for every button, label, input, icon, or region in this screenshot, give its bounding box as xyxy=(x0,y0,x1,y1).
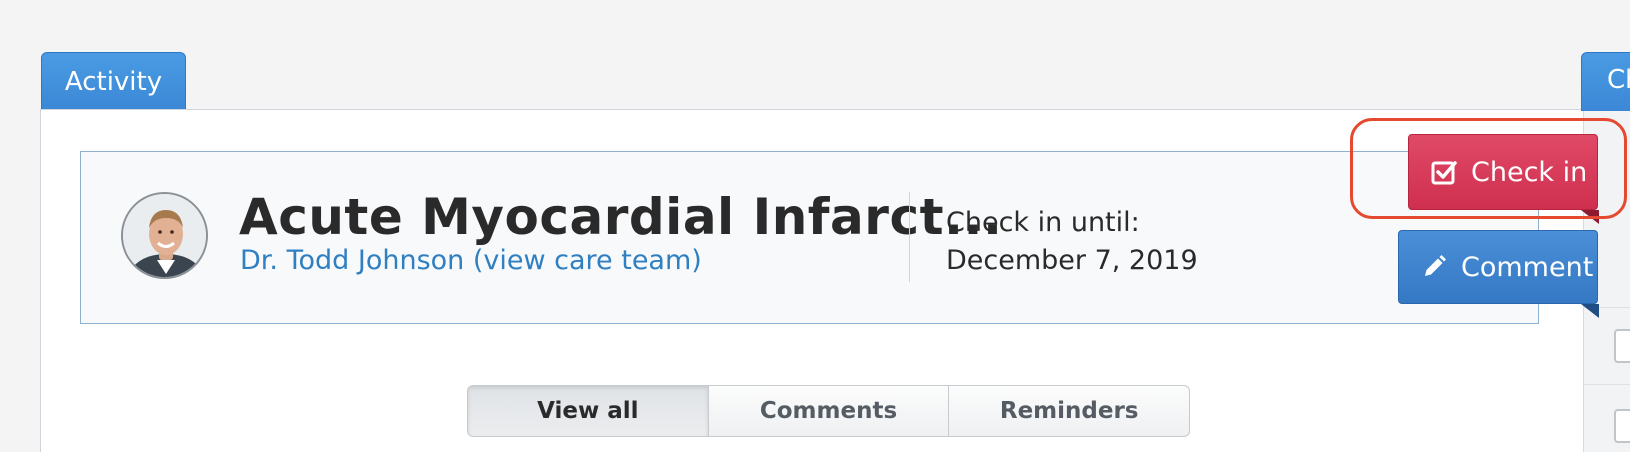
tab-checklist-label: Ch xyxy=(1607,65,1630,95)
view-care-team-link[interactable]: Dr. Todd Johnson (view care team) xyxy=(240,245,702,276)
pencil-icon xyxy=(1425,255,1446,276)
check-in-highlight-annotation xyxy=(1350,118,1627,219)
app-canvas: Activity Ch Acute Myocardial Infarct... … xyxy=(0,0,1630,452)
comment-button[interactable]: Comment xyxy=(1398,230,1598,304)
filter-reminders[interactable]: Reminders xyxy=(949,386,1189,436)
tab-activity-label: Activity xyxy=(64,67,163,97)
checkin-until-label: Check in until: xyxy=(946,207,1140,238)
doctor-avatar-image xyxy=(123,194,206,277)
condition-title: Acute Myocardial Infarct... xyxy=(239,188,1003,246)
tab-checklist[interactable]: Ch xyxy=(1581,52,1630,111)
filter-view-all[interactable]: View all xyxy=(468,386,709,436)
tab-activity[interactable]: Activity xyxy=(41,52,186,111)
right-panel-checkbox[interactable] xyxy=(1614,409,1630,443)
activity-filter: View all Comments Reminders xyxy=(467,385,1190,437)
comment-ribbon-fold xyxy=(1581,304,1599,318)
card-divider xyxy=(909,192,910,282)
filter-comments[interactable]: Comments xyxy=(709,386,950,436)
right-panel-divider xyxy=(1584,384,1630,385)
right-panel-checkbox[interactable] xyxy=(1614,329,1630,363)
checkin-until-date: December 7, 2019 xyxy=(946,245,1198,276)
avatar xyxy=(121,192,208,279)
comment-button-label: Comment xyxy=(1461,251,1594,283)
